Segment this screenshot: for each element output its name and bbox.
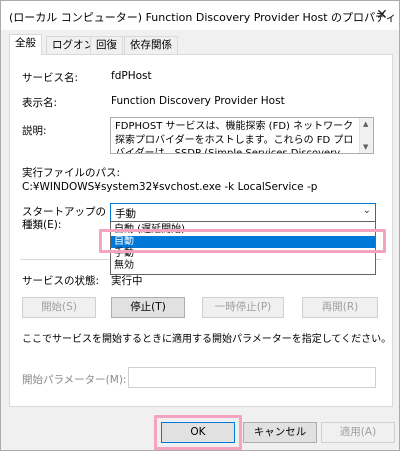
startup-type-selected-value: 手動 — [115, 208, 136, 220]
resume-button[interactable]: 再開(R) — [302, 297, 378, 318]
general-tab-panel: サービス名: fdPHost 表示名: Function Discovery P… — [9, 54, 393, 407]
title-bar: (ローカル コンピューター) Function Discovery Provid… — [1, 1, 399, 30]
startup-type-select[interactable]: 手動 ⌄ — [110, 203, 376, 222]
display-name-value: Function Discovery Provider Host — [111, 95, 285, 107]
option-auto[interactable]: 自動 — [111, 236, 375, 248]
close-icon[interactable]: ✕ — [371, 6, 393, 24]
description-text: FDPHOST サービスは、機能探索 (FD) ネットワーク探索プロバイダーをホ… — [115, 121, 354, 154]
tab-general[interactable]: 全般 — [9, 34, 42, 55]
pause-button[interactable]: 一時停止(P) — [202, 297, 284, 318]
window-title: (ローカル コンピューター) Function Discovery Provid… — [9, 11, 397, 24]
properties-dialog: (ローカル コンピューター) Function Discovery Provid… — [0, 0, 400, 451]
cancel-button[interactable]: キャンセル — [243, 422, 317, 443]
start-params-label: 開始パラメーター(M): — [22, 374, 127, 386]
service-status-label: サービスの状態: — [22, 275, 100, 287]
stop-button[interactable]: 停止(T) — [111, 297, 185, 318]
option-manual[interactable]: 手動 — [111, 248, 375, 260]
description-box[interactable]: FDPHOST サービスは、機能探索 (FD) ネットワーク探索プロバイダーをホ… — [110, 117, 374, 154]
exe-path-value: C:¥WINDOWS¥system32¥svchost.exe -k Local… — [22, 181, 318, 193]
service-name-label: サービス名: — [22, 72, 79, 84]
option-disabled[interactable]: 無効 — [111, 260, 375, 272]
service-status-value: 実行中 — [111, 275, 143, 287]
scroll-down-icon[interactable]: ▼ — [363, 143, 368, 151]
start-params-input[interactable] — [128, 367, 376, 388]
exe-path-label: 実行ファイルのパス: — [22, 167, 121, 179]
display-name-label: 表示名: — [22, 97, 58, 109]
tab-dependencies[interactable]: 依存関係 — [124, 36, 178, 54]
description-label: 説明: — [22, 125, 47, 137]
start-button[interactable]: 開始(S) — [22, 297, 96, 318]
ok-button[interactable]: OK — [161, 422, 235, 443]
option-auto-delayed[interactable]: 自動 (遅延開始) — [111, 224, 375, 236]
apply-button[interactable]: 適用(A) — [321, 422, 395, 443]
description-scrollbar[interactable]: ▲ ▼ — [359, 118, 373, 153]
startup-type-label-line2: 種類(E): — [22, 219, 62, 231]
tab-recovery[interactable]: 回復 — [90, 36, 123, 54]
chevron-down-icon[interactable]: ⌄ — [363, 205, 371, 216]
service-name-value: fdPHost — [111, 70, 152, 82]
startup-type-dropdown-list: 自動 (遅延開始) 自動 手動 無効 — [110, 221, 376, 275]
scroll-up-icon[interactable]: ▲ — [363, 120, 368, 128]
start-params-hint: ここでサービスを開始するときに適用する開始パラメーターを指定してください。 — [22, 334, 392, 345]
